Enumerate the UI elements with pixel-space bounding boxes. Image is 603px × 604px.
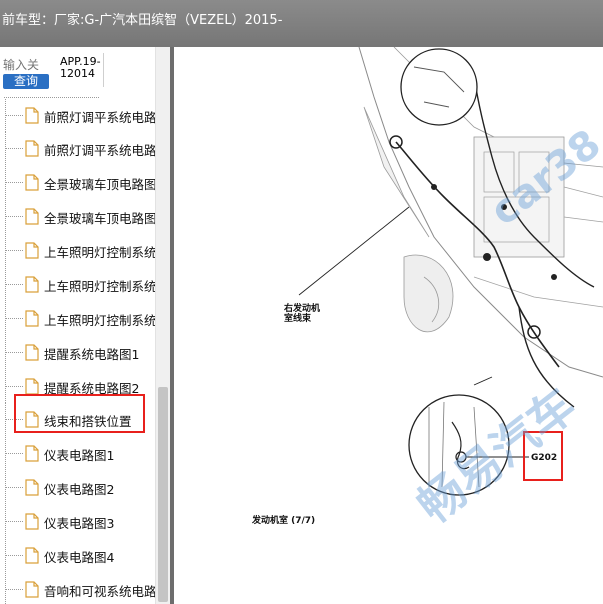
tree-item-label: 上车照明灯控制系统 [44,279,155,294]
document-icon [25,445,39,462]
document-icon [25,276,39,293]
app-tag: APP.19- 12014 [60,56,104,80]
harness-label-line1: 右发动机 [283,302,320,314]
wiring-diagram: 右发动机 室线束 G202 发动机室 (7/7) 畅易汽车 car38 [251,47,603,534]
tree-item[interactable]: 全景玻璃车顶电路图 [0,166,155,199]
tree-item-label: 提醒系统电路图1 [44,347,140,362]
tree-item[interactable]: 前照灯调平系统电路 [0,99,155,132]
tree-item-label: 仪表电路图3 [44,516,115,531]
tree-item[interactable]: 上车照明灯控制系统 [0,302,155,335]
tree-item[interactable]: 全景玻璃车顶电路图 [0,200,155,233]
title-bar: 前车型：厂家:G-广汽本田缤智（VEZEL）2015- [0,0,603,47]
left-panel: 查询 APP.19- 12014 前照灯调平系统电路 前照灯调平系统电路 全景玻… [0,47,170,604]
document-icon [25,344,39,361]
divider [103,53,104,87]
scrollbar-thumb[interactable] [158,387,168,602]
document-icon [25,107,39,124]
harness-label-line2: 室线束 [284,312,312,324]
document-icon [25,242,39,259]
search-area: 查询 APP.19- 12014 [0,47,170,99]
document-icon [25,547,39,564]
title-text: 前车型：厂家:G-广汽本田缤智（VEZEL）2015- [2,13,283,28]
tree-item-label: 仪表电路图2 [44,482,115,497]
document-icon [25,140,39,157]
tree-item[interactable]: 上车照明灯控制系统 [0,268,155,301]
app-tag-line2: 12014 [60,67,95,80]
document-icon [25,174,39,191]
search-input[interactable] [3,58,47,72]
divider-dotted [4,97,99,98]
document-icon [25,310,39,327]
selection-highlight [14,394,145,433]
tree-item-label: 上车照明灯控制系统 [44,245,155,260]
tree-item[interactable]: 仪表电路图3 [0,505,155,538]
tree-item[interactable]: 音响和可视系统电路 [0,573,155,604]
tree-scrollbar[interactable] [155,47,170,604]
tree-item-label: 音响和可视系统电路 [44,584,155,599]
tree-item-label: 仪表电路图4 [44,550,115,565]
tree-item[interactable]: 仪表电路图4 [0,539,155,572]
tree-item-label: 前照灯调平系统电路 [44,110,155,125]
document-icon [25,208,39,225]
tree-item-label: 前照灯调平系统电路 [44,143,155,158]
document-icon [25,479,39,496]
tree-item-label: 全景玻璃车顶电路图 [44,177,155,192]
tree-item[interactable]: 仪表电路图2 [0,471,155,504]
tree-item-label: 全景玻璃车顶电路图 [44,211,155,226]
diagram-viewer[interactable]: 右发动机 室线束 G202 发动机室 (7/7) 畅易汽车 car38 [174,47,603,604]
document-icon [25,378,39,395]
diagram-caption: 发动机室 (7/7) [251,514,315,526]
tree-item-label: 仪表电路图1 [44,448,115,463]
document-tree: 前照灯调平系统电路 前照灯调平系统电路 全景玻璃车顶电路图 全景玻璃车顶电路图 … [0,99,155,604]
tree-item[interactable]: 前照灯调平系统电路 [0,132,155,165]
document-icon [25,513,39,530]
tree-item-label: 上车照明灯控制系统 [44,313,155,328]
tree-item[interactable]: 上车照明灯控制系统 [0,234,155,267]
document-icon [25,581,39,598]
query-button[interactable]: 查询 [3,74,49,89]
tree-item[interactable]: 提醒系统电路图1 [0,336,155,369]
tree-item[interactable]: 仪表电路图1 [0,437,155,470]
